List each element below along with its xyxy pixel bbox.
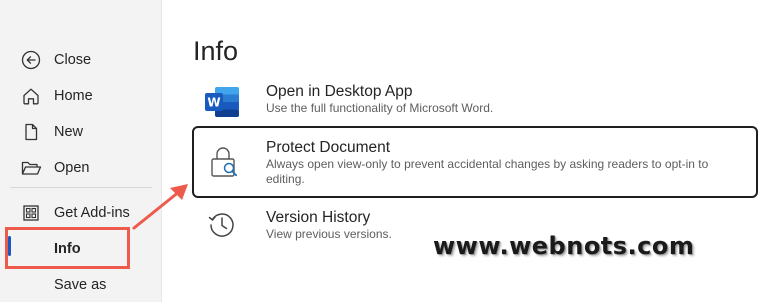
sidebar-item-label: Open xyxy=(54,160,90,176)
watermark-text: www.webnots.com xyxy=(433,232,695,260)
option-title: Open in Desktop App xyxy=(266,83,413,100)
history-clock-icon xyxy=(203,206,241,244)
page-title: Info xyxy=(193,36,239,66)
svg-text:W: W xyxy=(207,96,220,110)
sidebar-item-label: Close xyxy=(54,52,92,68)
option-title: Protect Document xyxy=(266,139,391,156)
option-description: Always open view-only to prevent acciden… xyxy=(266,157,709,186)
sidebar-item-get-add-ins[interactable]: Get Add-ins xyxy=(0,195,162,231)
word-app-icon: W xyxy=(203,83,241,121)
sidebar-item-info[interactable]: Info xyxy=(0,231,162,267)
sidebar-item-label: Get Add-ins xyxy=(54,205,130,221)
option-description: Use the full functionality of Microsoft … xyxy=(266,101,494,115)
protect-document-button[interactable]: Protect Document Always open view-only t… xyxy=(192,126,758,198)
open-in-desktop-app-button[interactable]: W Open in Desktop App Use the full funct… xyxy=(191,80,761,120)
sidebar-divider xyxy=(10,187,152,188)
sidebar-item-new[interactable]: New xyxy=(0,114,162,150)
lock-search-icon xyxy=(205,143,243,181)
back-circle-icon xyxy=(20,49,42,71)
add-ins-grid-icon xyxy=(20,202,42,224)
sidebar-item-label: Info xyxy=(54,241,81,257)
folder-open-icon xyxy=(20,157,42,179)
sidebar-item-save-as[interactable]: Save as xyxy=(0,267,162,302)
sidebar-item-label: Home xyxy=(54,88,93,104)
backstage-sidebar: Close Home New Open Get Add-ins Info Sav… xyxy=(0,0,162,302)
new-document-icon xyxy=(20,121,42,143)
sidebar-item-home[interactable]: Home xyxy=(0,78,162,114)
option-title: Version History xyxy=(266,209,371,226)
sidebar-item-open[interactable]: Open xyxy=(0,150,162,186)
sidebar-item-close[interactable]: Close xyxy=(0,42,162,78)
home-icon xyxy=(20,85,42,107)
sidebar-item-label: New xyxy=(54,124,84,140)
sidebar-item-label: Save as xyxy=(54,277,107,293)
